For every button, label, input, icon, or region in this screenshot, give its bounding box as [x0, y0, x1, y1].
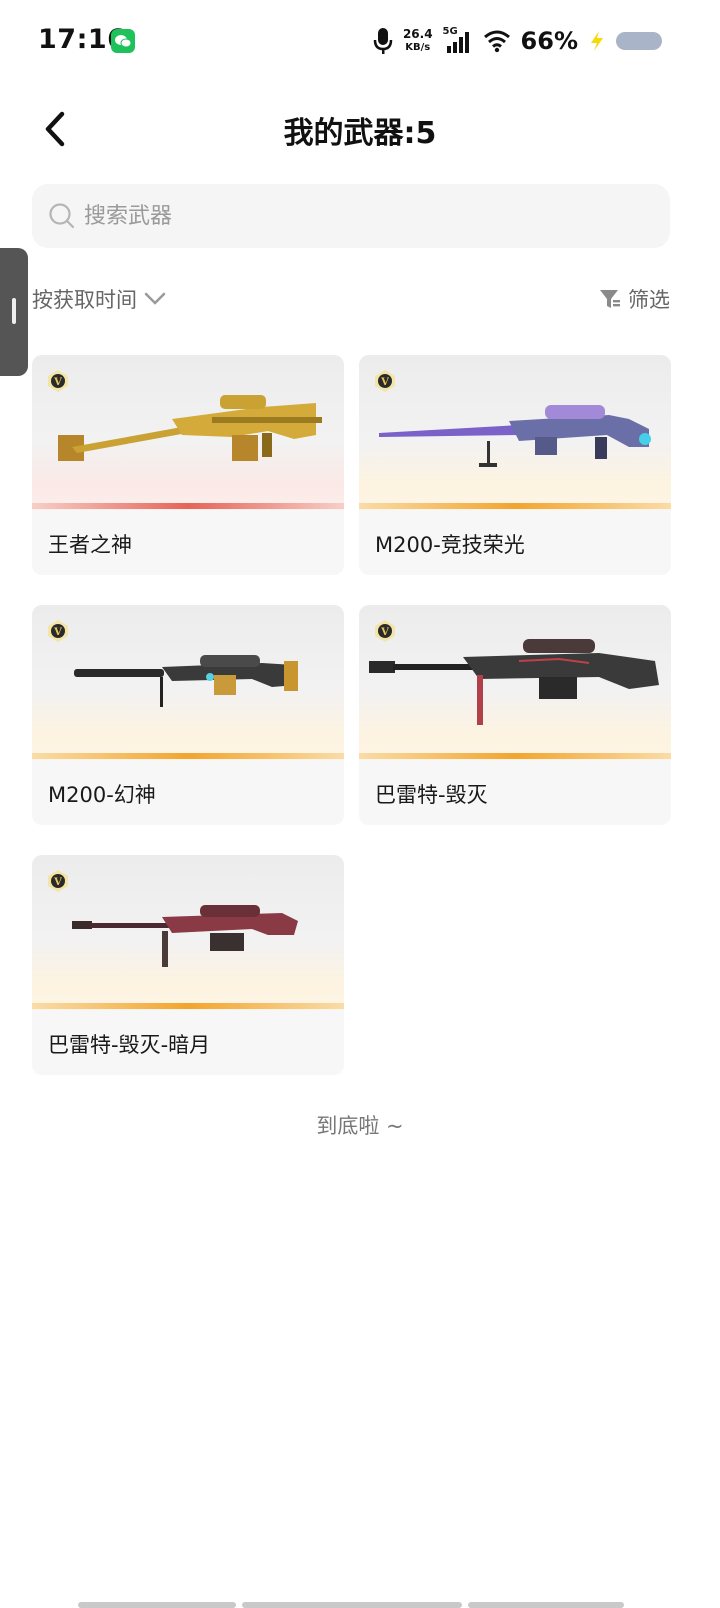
sniper-rifle-purple-image	[379, 405, 651, 467]
vip-badge-icon: V	[48, 870, 68, 892]
weapon-card[interactable]: V M200-幻神	[32, 605, 344, 825]
vip-badge-icon: V	[48, 370, 68, 392]
end-of-list-text: 到底啦 ~	[316, 1114, 404, 1138]
vip-badge-letter: V	[380, 377, 389, 388]
vip-badge-letter: V	[53, 377, 62, 388]
gesture-segment	[468, 1602, 624, 1608]
net-speed-unit: KB/s	[405, 42, 431, 53]
mic-icon	[373, 28, 393, 54]
weapon-card[interactable]: V M200-竞技荣光	[359, 355, 671, 575]
gesture-segment	[242, 1602, 462, 1608]
vip-badge-icon: V	[48, 620, 68, 642]
filter-label: 筛选	[628, 288, 670, 312]
search-box[interactable]	[32, 184, 670, 248]
charging-icon	[591, 31, 603, 51]
search-icon	[49, 203, 75, 229]
sniper-rifle-m200-image	[74, 655, 298, 707]
sort-dropdown[interactable]: 按获取时间	[32, 284, 167, 314]
filter-icon	[600, 290, 620, 308]
filter-button[interactable]: 筛选	[598, 284, 670, 314]
vip-badge-letter: V	[53, 627, 62, 638]
net-speed-value: 26.4	[402, 27, 433, 41]
sniper-rifle-barrett-dark-moon-image	[72, 905, 298, 967]
battery-icon	[616, 32, 662, 50]
weapon-name: M200-幻神	[48, 783, 156, 807]
gesture-bar	[78, 1602, 624, 1608]
weapon-name: 巴雷特-毁灭-暗月	[48, 1033, 211, 1057]
weapon-name: 王者之神	[48, 533, 132, 557]
battery-percent: 66%	[520, 27, 578, 55]
vip-badge-letter: V	[380, 627, 389, 638]
weapon-card[interactable]: V 巴雷特-毁灭	[359, 605, 671, 825]
status-bar: 17:16 26.4 KB/s 5G 66%	[0, 0, 720, 80]
page-title: 我的武器:5	[283, 116, 437, 151]
vip-badge-icon: V	[375, 370, 395, 392]
vip-badge-letter: V	[53, 877, 62, 888]
wechat-icon	[111, 29, 135, 53]
side-drawer-handle[interactable]	[0, 248, 28, 376]
signal-icon: 5G	[443, 26, 473, 55]
wifi-icon	[483, 30, 510, 53]
sort-label: 按获取时间	[32, 288, 137, 312]
weapon-name: 巴雷特-毁灭	[375, 783, 488, 807]
gesture-segment	[78, 1602, 236, 1608]
net-speed: 26.4 KB/s	[403, 28, 433, 54]
vip-badge-icon: V	[375, 620, 395, 642]
weapon-name: M200-竞技荣光	[375, 533, 525, 557]
weapon-card[interactable]: V 巴雷特-毁灭-暗月	[32, 855, 344, 1075]
sniper-rifle-gold-image	[58, 395, 322, 461]
chevron-down-icon	[144, 292, 166, 305]
search-input[interactable]	[84, 203, 644, 229]
weapon-card[interactable]: V 王者之神	[32, 355, 344, 575]
sniper-rifle-barrett-image	[369, 639, 659, 725]
